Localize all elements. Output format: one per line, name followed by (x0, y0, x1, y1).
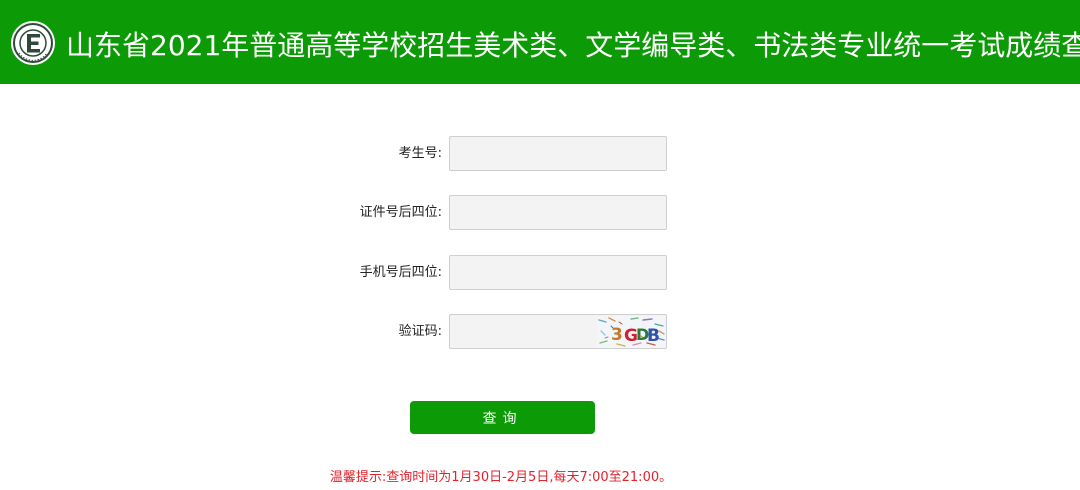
exam-logo-icon (11, 21, 55, 65)
phone-last-four-input[interactable] (449, 255, 667, 290)
captcha-label: 验证码: (398, 324, 442, 339)
exam-number-input[interactable] (449, 136, 667, 171)
form-row-id-last-four: 证件号后四位: (0, 195, 1080, 231)
form-row-phone-last-four: 手机号后四位: (0, 255, 1080, 291)
form-row-exam-number: 考生号: (0, 136, 1080, 172)
query-time-notice: 温馨提示:查询时间为1月30日-2月5日,每天7:00至21:00。 (329, 470, 673, 485)
phone-last-four-label: 手机号后四位: (359, 265, 442, 280)
query-button[interactable]: 查询 (410, 401, 595, 434)
page-header: 山东省2021年普通高等学校招生美术类、文学编导类、书法类专业统一考试成绩查询 (0, 0, 1080, 84)
id-last-four-label: 证件号后四位: (359, 205, 442, 220)
exam-number-label: 考生号: (398, 146, 442, 161)
id-last-four-input[interactable] (449, 195, 667, 230)
svg-text:B: B (647, 326, 660, 346)
page-title: 山东省2021年普通高等学校招生美术类、文学编导类、书法类专业统一考试成绩查询 (66, 29, 1080, 62)
form-row-captcha: 验证码: 3 G D B (0, 314, 1080, 350)
captcha-image[interactable]: 3 G D B (597, 316, 666, 348)
svg-text:3: 3 (611, 325, 623, 345)
